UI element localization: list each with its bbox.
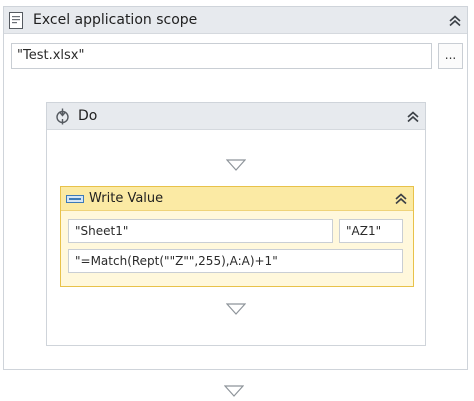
do-header[interactable]: Do: [47, 103, 425, 130]
do-sequence[interactable]: Do Write Value "Sheet1" "AZ1" "=Match(Re…: [46, 102, 426, 346]
write-value-title: Write Value: [89, 191, 164, 206]
scope-header[interactable]: Excel application scope: [4, 7, 467, 34]
browse-button[interactable]: ...: [438, 43, 463, 69]
value-input[interactable]: "=Match(Rept(""Z"",255),A:A)+1": [68, 249, 403, 273]
workbook-path-input[interactable]: "Test.xlsx": [11, 43, 432, 69]
drop-arrow-icon[interactable]: [226, 303, 246, 315]
write-value-activity[interactable]: Write Value "Sheet1" "AZ1" "=Match(Rept(…: [60, 186, 414, 287]
write-value-icon: [66, 195, 84, 203]
collapse-do-icon[interactable]: [405, 109, 421, 125]
scope-title: Excel application scope: [33, 12, 198, 28]
sequence-icon: [56, 108, 69, 125]
excel-scope-icon: [9, 12, 23, 29]
sheet-name-input[interactable]: "Sheet1": [68, 219, 333, 243]
do-title: Do: [78, 108, 98, 124]
write-value-header[interactable]: Write Value: [61, 187, 413, 211]
drop-arrow-icon[interactable]: [224, 385, 244, 397]
collapse-write-value-icon[interactable]: [393, 191, 409, 207]
cell-input[interactable]: "AZ1": [339, 219, 403, 243]
collapse-scope-icon[interactable]: [447, 13, 463, 29]
drop-arrow-icon[interactable]: [226, 159, 246, 171]
excel-application-scope[interactable]: Excel application scope "Test.xlsx" ... …: [3, 6, 468, 370]
